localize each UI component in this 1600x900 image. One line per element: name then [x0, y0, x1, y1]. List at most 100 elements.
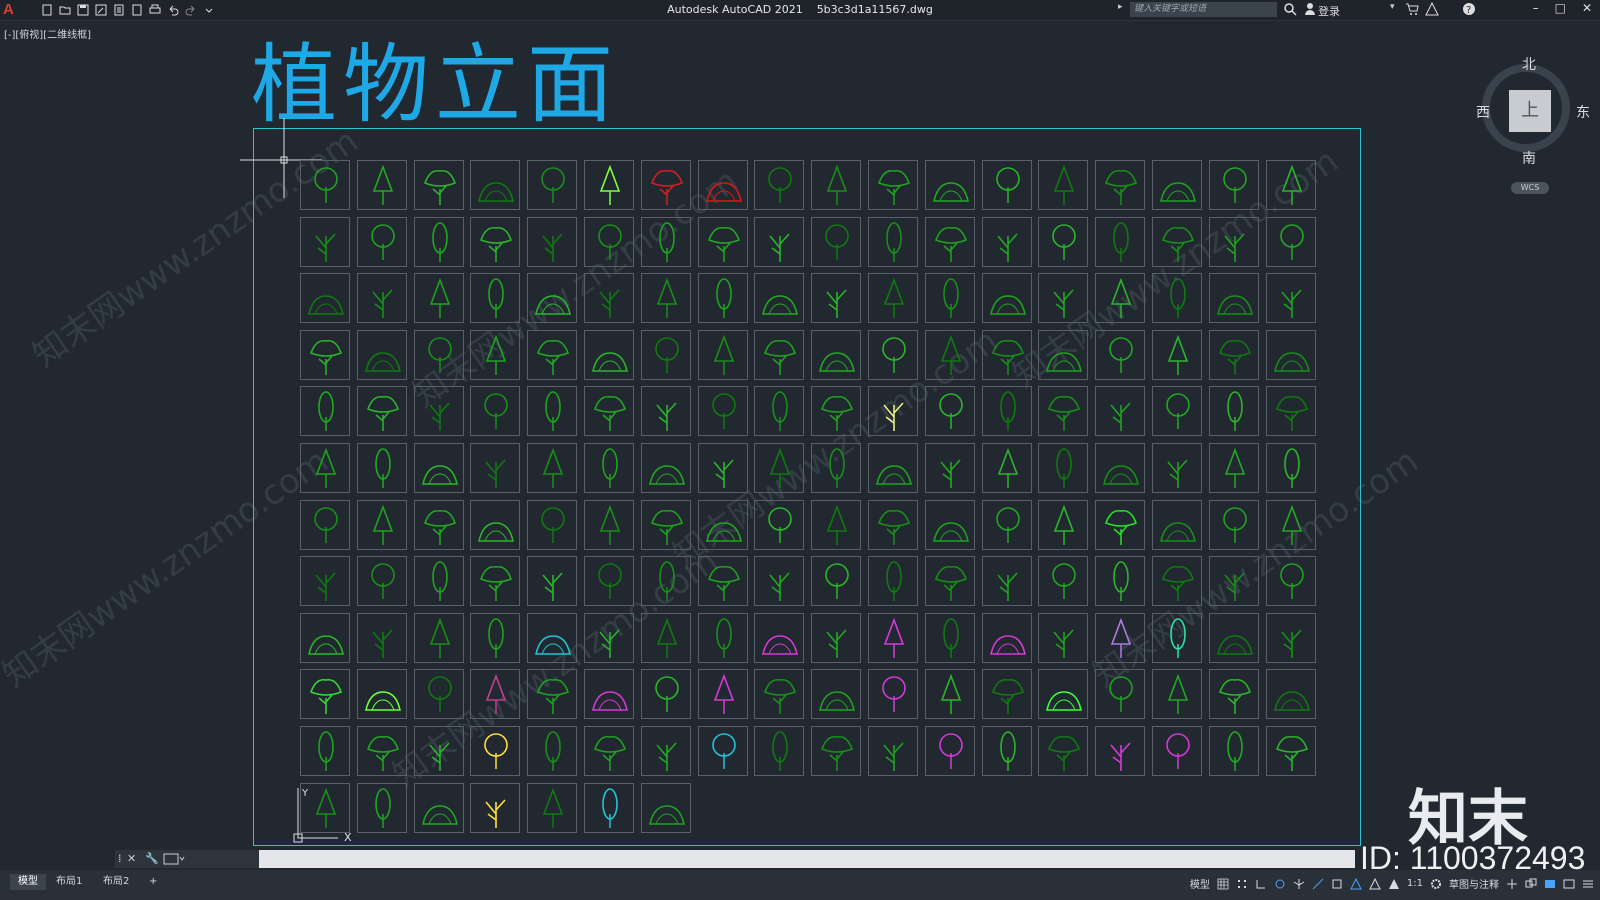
plant-symbol-cell[interactable]	[1209, 613, 1259, 663]
clean-screen-icon[interactable]	[1563, 878, 1575, 890]
plant-symbol-cell[interactable]	[1152, 726, 1202, 776]
plant-symbol-cell[interactable]	[1095, 386, 1145, 436]
plant-symbol-cell[interactable]	[1095, 330, 1145, 380]
plant-symbol-cell[interactable]	[698, 386, 748, 436]
cart-icon[interactable]	[1405, 2, 1419, 19]
plant-symbol-cell[interactable]	[527, 556, 577, 606]
plant-symbol-cell[interactable]	[1038, 273, 1088, 323]
plant-symbol-cell[interactable]	[754, 273, 804, 323]
plant-symbol-cell[interactable]	[982, 160, 1032, 210]
plant-symbol-cell[interactable]	[414, 443, 464, 493]
plant-symbol-cell[interactable]	[811, 330, 861, 380]
plant-symbol-cell[interactable]	[925, 273, 975, 323]
plant-symbol-cell[interactable]	[357, 386, 407, 436]
expand-arrow-icon[interactable]: ▸	[1118, 2, 1123, 12]
plant-symbol-cell[interactable]	[811, 500, 861, 550]
plant-symbol-cell[interactable]	[470, 273, 520, 323]
command-close-icon[interactable]: ✕	[127, 852, 136, 865]
plant-symbol-cell[interactable]	[300, 330, 350, 380]
command-input[interactable]: 键入命令	[190, 853, 1350, 868]
plant-symbol-cell[interactable]	[357, 217, 407, 267]
plant-symbol-cell[interactable]	[470, 386, 520, 436]
plant-symbol-cell[interactable]	[698, 556, 748, 606]
plant-symbol-cell[interactable]	[527, 217, 577, 267]
plant-symbol-cell[interactable]	[584, 613, 634, 663]
plant-symbol-cell[interactable]	[414, 500, 464, 550]
plant-symbol-cell[interactable]	[1152, 556, 1202, 606]
user-icon[interactable]	[1304, 2, 1316, 19]
autodesk-a360-icon[interactable]	[1425, 1, 1439, 19]
plant-symbol-cell[interactable]	[1266, 556, 1316, 606]
plant-symbol-cell[interactable]	[754, 330, 804, 380]
plant-symbol-cell[interactable]	[1209, 500, 1259, 550]
annotation-scale-icon[interactable]	[1388, 878, 1400, 890]
plant-symbol-cell[interactable]	[414, 217, 464, 267]
plant-symbol-cell[interactable]	[470, 726, 520, 776]
plant-symbol-cell[interactable]	[300, 443, 350, 493]
plant-symbol-cell[interactable]	[1152, 500, 1202, 550]
snap-mode-icon[interactable]	[1236, 878, 1248, 890]
plant-symbol-cell[interactable]	[982, 726, 1032, 776]
plant-symbol-cell[interactable]	[1038, 217, 1088, 267]
plant-symbol-cell[interactable]	[527, 669, 577, 719]
plant-symbol-cell[interactable]	[1266, 386, 1316, 436]
plant-symbol-cell[interactable]	[698, 669, 748, 719]
plant-symbol-cell[interactable]	[300, 556, 350, 606]
plant-symbol-cell[interactable]	[641, 783, 691, 833]
compass-west[interactable]: 西	[1476, 102, 1490, 122]
plant-symbol-cell[interactable]	[641, 386, 691, 436]
plant-symbol-cell[interactable]	[925, 669, 975, 719]
plant-symbol-cell[interactable]	[754, 556, 804, 606]
plant-symbol-cell[interactable]	[1209, 330, 1259, 380]
plant-symbol-cell[interactable]	[1266, 443, 1316, 493]
plant-symbol-cell[interactable]	[470, 669, 520, 719]
layout-tab[interactable]: 模型	[10, 874, 46, 890]
plant-symbol-cell[interactable]	[470, 160, 520, 210]
workspace-gear-icon[interactable]	[1430, 878, 1442, 890]
plant-symbol-cell[interactable]	[754, 160, 804, 210]
plant-symbol-cell[interactable]	[527, 386, 577, 436]
plant-symbol-cell[interactable]	[1152, 217, 1202, 267]
isolate-objects-icon[interactable]	[1525, 878, 1537, 890]
plant-symbol-cell[interactable]	[414, 783, 464, 833]
plant-symbol-cell[interactable]	[414, 556, 464, 606]
plant-symbol-cell[interactable]	[1266, 669, 1316, 719]
auto-scale-icon[interactable]	[1369, 877, 1381, 890]
plant-symbol-cell[interactable]	[470, 556, 520, 606]
plant-symbol-cell[interactable]	[811, 273, 861, 323]
plant-symbol-cell[interactable]	[357, 783, 407, 833]
plant-symbol-cell[interactable]	[414, 330, 464, 380]
plant-symbol-cell[interactable]	[982, 330, 1032, 380]
plant-symbol-cell[interactable]	[868, 500, 918, 550]
plant-symbol-cell[interactable]	[584, 669, 634, 719]
plant-symbol-cell[interactable]	[1266, 500, 1316, 550]
plant-symbol-cell[interactable]	[414, 669, 464, 719]
plant-symbol-cell[interactable]	[357, 613, 407, 663]
plant-symbol-cell[interactable]	[1152, 443, 1202, 493]
plant-symbol-cell[interactable]	[1209, 443, 1259, 493]
plant-symbol-cell[interactable]	[300, 386, 350, 436]
object-snap-icon[interactable]	[1331, 878, 1343, 890]
plant-symbol-cell[interactable]	[982, 556, 1032, 606]
plant-symbol-cell[interactable]	[868, 669, 918, 719]
plant-symbol-cell[interactable]	[641, 726, 691, 776]
plant-symbol-cell[interactable]	[1095, 613, 1145, 663]
plant-symbol-cell[interactable]	[1038, 500, 1088, 550]
plant-symbol-cell[interactable]	[1209, 160, 1259, 210]
plant-symbol-cell[interactable]	[584, 330, 634, 380]
annotation-visibility-icon[interactable]	[1350, 877, 1362, 890]
close-icon[interactable]: ✕	[1582, 1, 1592, 15]
plant-symbol-cell[interactable]	[641, 443, 691, 493]
plant-symbol-cell[interactable]	[925, 556, 975, 606]
plant-symbol-cell[interactable]	[470, 500, 520, 550]
plant-symbol-cell[interactable]	[1038, 160, 1088, 210]
plant-symbol-cell[interactable]	[754, 726, 804, 776]
plant-symbol-cell[interactable]	[300, 500, 350, 550]
plant-symbol-cell[interactable]	[868, 330, 918, 380]
grid-display-icon[interactable]	[1217, 878, 1229, 890]
plant-symbol-cell[interactable]	[357, 500, 407, 550]
plant-symbol-cell[interactable]	[527, 613, 577, 663]
customization-menu-icon[interactable]	[1582, 878, 1594, 890]
plant-symbol-cell[interactable]	[811, 556, 861, 606]
plant-symbol-cell[interactable]	[357, 443, 407, 493]
